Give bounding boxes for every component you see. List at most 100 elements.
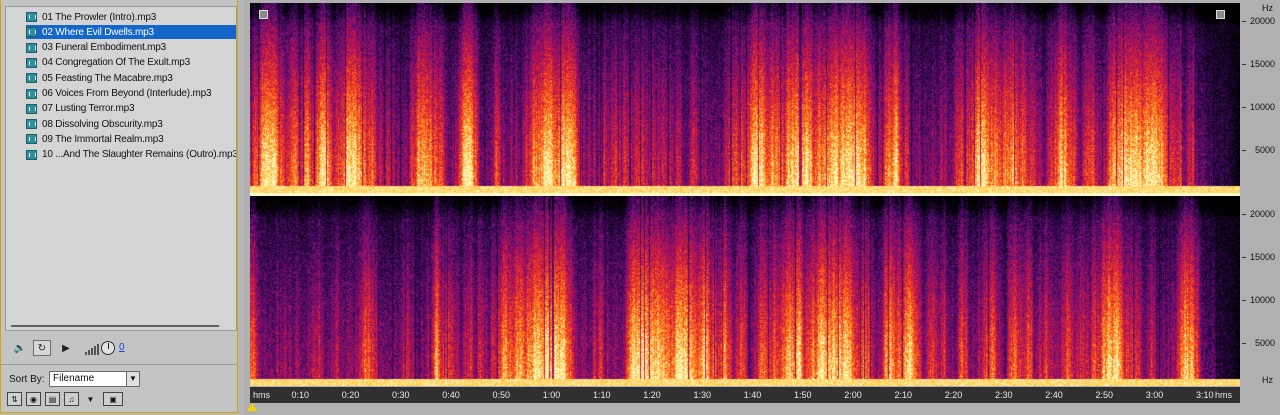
audio-file-icon — [26, 73, 37, 84]
file-name: 02 Where Evil Dwells.mp3 — [42, 26, 154, 38]
volume-value[interactable]: 0 — [119, 342, 125, 353]
audio-file-icon — [26, 27, 37, 38]
file-name: 09 The Immortal Realm.mp3 — [42, 133, 164, 145]
file-list-item[interactable]: 06 Voices From Beyond (Interlude).mp3 — [26, 87, 236, 101]
transport-controls: 🔈 ↻ ▶ 0 — [5, 338, 237, 362]
frequency-tick-label: 10000 — [1249, 101, 1275, 112]
audio-file-icon — [26, 88, 37, 99]
chevron-down-icon[interactable]: ▼ — [126, 372, 139, 386]
time-tick-label: 1:20 — [643, 390, 661, 400]
frequency-tick — [1242, 213, 1246, 215]
time-tick-label: 2:00 — [844, 390, 862, 400]
frequency-tick — [1242, 20, 1246, 22]
time-tick-label: 0:20 — [341, 390, 360, 400]
audio-file-icon — [26, 103, 37, 114]
audio-file-icon — [26, 149, 37, 160]
insert-icon[interactable]: ⇅ — [7, 392, 22, 406]
file-name: 04 Congregation Of The Exult.mp3 — [42, 57, 190, 69]
time-tick-label: 3:10 — [1196, 390, 1214, 400]
volume-knob-icon[interactable] — [101, 341, 115, 355]
frequency-tick-label: 20000 — [1249, 208, 1275, 219]
frequency-tick — [1242, 63, 1246, 65]
time-tick-label: 3:00 — [1145, 390, 1164, 400]
spectrogram-right[interactable] — [250, 196, 1240, 386]
file-name: 05 Feasting The Macabre.mp3 — [42, 72, 173, 84]
open-icon[interactable]: ▤ — [45, 392, 60, 406]
frequency-ruler-left: Hz 20000 15000 10000 5000 — [1242, 3, 1278, 193]
files-panel: 01 The Prowler (Intro).mp3 02 Where Evil … — [0, 0, 238, 413]
frequency-tick — [1242, 149, 1246, 151]
time-tick-label: 1:40 — [743, 390, 762, 400]
hz-unit-label: Hz — [1262, 375, 1273, 385]
time-tick-label: 2:10 — [894, 390, 913, 400]
time-ruler[interactable]: hms hms 0:10 0:20 0:30 0:40 0:50 1:00 1:10 1:20… — [250, 387, 1240, 403]
time-tick-label: 2:20 — [944, 390, 963, 400]
time-tick-label: 2:30 — [995, 390, 1013, 400]
frequency-tick-label: 5000 — [1254, 144, 1275, 155]
time-tick-label: 0:10 — [291, 390, 310, 400]
horizontal-scrollbar[interactable] — [11, 325, 219, 327]
playhead-marker[interactable] — [247, 403, 257, 411]
frequency-ruler-right: Hz 20000 15000 10000 5000 — [1242, 196, 1278, 386]
file-name: 10 ...And The Slaughter Remains (Outro).… — [42, 149, 237, 161]
time-tick-label: 1:00 — [542, 390, 561, 400]
filter-icon[interactable]: ▼ — [83, 392, 98, 406]
time-tick-label: 0:30 — [391, 390, 410, 400]
import-icon[interactable]: ♫ — [64, 392, 79, 406]
file-name: 01 The Prowler (Intro).mp3 — [42, 11, 157, 23]
file-list-item[interactable]: 07 Lusting Terror.mp3 — [26, 102, 236, 116]
sort-by-select[interactable]: Filename ▼ — [49, 371, 140, 387]
time-tick-label: 0:50 — [492, 390, 511, 400]
spectral-channel-left[interactable] — [250, 3, 1240, 193]
frequency-tick-label: 20000 — [1249, 15, 1275, 26]
sort-label: Sort By: — [9, 374, 45, 385]
file-list-item[interactable]: 02 Where Evil Dwells.mp3 — [26, 25, 236, 40]
time-tick-label: 0:40 — [442, 390, 460, 400]
frequency-tick-label: 10000 — [1249, 294, 1275, 305]
audio-file-icon — [26, 134, 37, 145]
sort-by-value: Filename — [53, 373, 95, 384]
time-tick-label: 1:50 — [794, 390, 812, 400]
frequency-tick — [1242, 256, 1246, 258]
zoom-corner-icon[interactable] — [1216, 10, 1225, 19]
frequency-tick — [1242, 299, 1246, 301]
time-unit-label: hms — [253, 390, 271, 400]
close-file-icon[interactable]: ▣ — [103, 392, 123, 406]
frequency-tick-label: 15000 — [1249, 251, 1275, 262]
audio-file-icon — [26, 57, 37, 68]
file-name: 08 Dissolving Obscurity.mp3 — [42, 118, 163, 130]
spectral-display[interactable]: Hz 20000 15000 10000 5000 Hz 20000 15000 1000… — [244, 0, 1280, 415]
file-name: 06 Voices From Beyond (Interlude).mp3 — [42, 88, 212, 99]
file-list-item[interactable]: 01 The Prowler (Intro).mp3 — [26, 10, 236, 24]
file-list[interactable]: 01 The Prowler (Intro).mp3 02 Where Evil … — [5, 6, 237, 331]
frequency-tick — [1242, 342, 1246, 344]
time-tick-label: 1:30 — [693, 390, 712, 400]
loop-icon[interactable]: ↻ — [33, 340, 51, 356]
file-name: 07 Lusting Terror.mp3 — [42, 103, 135, 115]
auto-play-icon[interactable]: ◉ — [26, 392, 41, 406]
spectral-channel-right[interactable] — [250, 196, 1240, 386]
volume-bars-icon — [85, 343, 99, 355]
file-name: 03 Funeral Embodiment.mp3 — [42, 42, 166, 54]
frequency-tick-label: 15000 — [1249, 58, 1275, 69]
file-list-item[interactable]: 03 Funeral Embodiment.mp3 — [26, 41, 236, 55]
hz-unit-label: Hz — [1262, 3, 1273, 13]
time-tick-label: 2:40 — [1045, 390, 1063, 400]
frequency-tick — [1242, 106, 1246, 108]
frequency-tick-label: 5000 — [1254, 337, 1275, 348]
audio-file-icon — [26, 12, 37, 22]
file-list-item[interactable]: 10 ...And The Slaughter Remains (Outro).… — [26, 148, 237, 162]
panel-divider — [1, 364, 237, 365]
spectrogram-left[interactable] — [250, 3, 1240, 193]
speaker-icon[interactable]: 🔈 — [11, 340, 29, 356]
audio-file-icon — [26, 119, 37, 130]
time-tick-label: 2:50 — [1095, 390, 1114, 400]
file-list-item[interactable]: 05 Feasting The Macabre.mp3 — [26, 71, 236, 85]
play-icon[interactable]: ▶ — [57, 340, 75, 356]
file-list-item[interactable]: 09 The Immortal Realm.mp3 — [26, 132, 236, 146]
zoom-corner-icon[interactable] — [259, 10, 268, 19]
file-list-item[interactable]: 08 Dissolving Obscurity.mp3 — [26, 117, 236, 131]
file-list-item[interactable]: 04 Congregation Of The Exult.mp3 — [26, 56, 236, 70]
time-tick-label: 1:10 — [593, 390, 611, 400]
audio-file-icon — [26, 42, 37, 53]
